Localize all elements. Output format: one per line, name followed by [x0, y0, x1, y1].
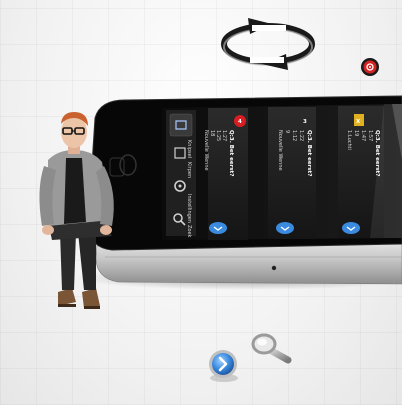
menu-label-3: Instellingen [186, 194, 192, 223]
column-1-line-4: Nouvelle Wenne [203, 130, 209, 171]
column-1[interactable]: 4 Q:3. Bet eerst? 1:27 1:25 18 Nouvelle … [203, 108, 248, 240]
blue-arrow-icon [209, 350, 238, 382]
rotate-arrows-icon [221, 18, 315, 70]
column-2-line-1: 1:22 [298, 130, 304, 141]
column-2-title: Q:3. Bet eerst? [306, 130, 312, 176]
phone: Knipsel Kirpen Instellingen Zoek 4 Q:3. … [87, 95, 402, 285]
menu-label-1: Knipsel [186, 140, 192, 158]
column-badge-1-text: 4 [238, 119, 242, 125]
column-3-line-1: 1:57 [367, 130, 373, 141]
column-3-line-4: 1:Luchti [346, 130, 352, 150]
menu-item-1[interactable] [169, 113, 193, 137]
column-2-line-2: 1:12 [291, 130, 297, 141]
speaker-hole [271, 265, 277, 271]
magnifier-icon [251, 333, 292, 364]
column-1-title: Q:3. Bet eerst? [228, 130, 234, 176]
column-2-line-4: Nouvelle Wenne [277, 130, 283, 171]
column-badge-2-text: 3 [303, 119, 307, 125]
column-1-expand-button[interactable] [209, 222, 227, 234]
scene: Knipsel Kirpen Instellingen Zoek 4 Q:3. … [0, 0, 402, 405]
red-badge-icon [361, 58, 379, 76]
column-2-expand-button[interactable] [276, 222, 294, 234]
menu-label-2: Kirpen [186, 162, 192, 178]
column-3-expand-button[interactable] [342, 222, 360, 234]
column-3-line-2: 1:47 [360, 130, 366, 141]
column-2-line-3: 9 [284, 130, 290, 133]
scene-artwork: Knipsel Kirpen Instellingen Zoek 4 Q:3. … [39, 18, 402, 382]
menu-label-4: Zoek [186, 225, 192, 238]
column-3-line-3: 19 [353, 130, 359, 136]
column-2[interactable]: 3 Q:3. Bet eerst? 1:22 1:12 9 Nouvelle W… [268, 107, 316, 239]
